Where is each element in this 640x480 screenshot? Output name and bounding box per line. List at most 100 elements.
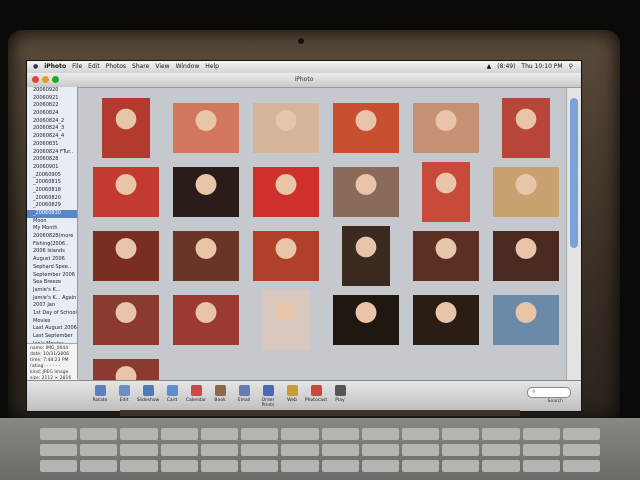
photo-thumbnail[interactable] bbox=[173, 231, 239, 281]
photo-thumbnail[interactable] bbox=[493, 231, 559, 281]
source-list-item[interactable]: Fishing(2006.. bbox=[27, 241, 77, 249]
source-list-item[interactable]: _20060905 bbox=[27, 172, 77, 180]
photo-thumbnail[interactable] bbox=[93, 231, 159, 281]
web-button[interactable]: Web bbox=[279, 385, 305, 403]
source-list-item[interactable]: 20060824_3 bbox=[27, 125, 77, 133]
card-button[interactable]: Card bbox=[159, 385, 185, 403]
source-list-item[interactable]: August 2006 bbox=[27, 256, 77, 264]
photo-thumbnail[interactable] bbox=[413, 103, 479, 153]
menu-file[interactable]: File bbox=[72, 61, 82, 73]
source-list-item[interactable]: 20060824 FTur.. bbox=[27, 149, 77, 157]
battery-status[interactable]: (8:49) bbox=[497, 61, 515, 73]
source-list-item[interactable]: 20060822 bbox=[27, 102, 77, 110]
viewer-scrollbar[interactable] bbox=[566, 88, 581, 380]
menu-window[interactable]: Window bbox=[176, 61, 200, 73]
photo-thumbnail[interactable] bbox=[102, 98, 150, 158]
photo-thumbnail[interactable] bbox=[333, 103, 399, 153]
menu-iphoto[interactable]: iPhoto bbox=[44, 61, 66, 73]
source-list-item[interactable]: 20060824_4 bbox=[27, 133, 77, 141]
spotlight-icon[interactable]: ⚲ bbox=[569, 61, 573, 73]
source-list-item[interactable]: 20060828 bbox=[27, 156, 77, 164]
source-list-item[interactable]: 20060920 bbox=[27, 87, 77, 95]
source-list-item[interactable]: _20060815 bbox=[27, 179, 77, 187]
calendar-button[interactable]: Calendar bbox=[183, 385, 209, 403]
apple-menu-icon[interactable]: ● bbox=[33, 61, 38, 73]
photo-thumbnail[interactable] bbox=[493, 167, 559, 217]
source-list-item[interactable]: 20060828(more bbox=[27, 233, 77, 241]
source-list-item[interactable]: 20060831 bbox=[27, 141, 77, 149]
photo-thumbnail[interactable] bbox=[93, 359, 159, 380]
source-list-item[interactable]: _20060829 bbox=[27, 202, 77, 210]
photo-thumbnail[interactable] bbox=[342, 226, 390, 286]
wifi-icon[interactable]: ▲ bbox=[487, 61, 492, 73]
source-list-item[interactable]: 2006 Islands bbox=[27, 248, 77, 256]
slideshow-button[interactable]: Slideshow bbox=[135, 385, 161, 403]
keyboard-key bbox=[361, 444, 399, 456]
photo-image bbox=[413, 295, 479, 345]
photo-thumbnail[interactable] bbox=[502, 98, 550, 158]
minimize-icon[interactable] bbox=[42, 76, 49, 83]
menu-edit[interactable]: Edit bbox=[88, 61, 100, 73]
menu-view[interactable]: View bbox=[155, 61, 169, 73]
photo-thumbnail[interactable] bbox=[173, 103, 239, 153]
source-list-item[interactable]: My Month bbox=[27, 225, 77, 233]
source-list-item[interactable]: 20060901 bbox=[27, 164, 77, 172]
edit-button[interactable]: Edit bbox=[111, 385, 137, 403]
rotate-button[interactable]: Rotate bbox=[87, 385, 113, 403]
scroll-thumb[interactable] bbox=[570, 98, 578, 248]
photo-thumbnail[interactable] bbox=[253, 167, 319, 217]
photo-image bbox=[413, 103, 479, 153]
search-label: Search bbox=[547, 399, 563, 404]
rotate-icon bbox=[94, 385, 106, 396]
photo-thumbnail[interactable] bbox=[173, 167, 239, 217]
photo-thumbnail[interactable] bbox=[413, 231, 479, 281]
source-list-item[interactable]: _20060820 bbox=[27, 195, 77, 203]
source-list-item[interactable]: Sea Breeze bbox=[27, 279, 77, 287]
play-button[interactable]: Play bbox=[327, 385, 353, 403]
photocast-button[interactable]: Photocast bbox=[303, 385, 329, 403]
photo-thumbnail[interactable] bbox=[333, 167, 399, 217]
source-list-item[interactable]: _20060818 bbox=[27, 187, 77, 195]
keyboard-key bbox=[160, 428, 198, 440]
search-field[interactable]: ⚲ bbox=[527, 387, 571, 398]
keyboard-key bbox=[361, 460, 399, 472]
close-icon[interactable] bbox=[32, 76, 39, 83]
keyboard-key bbox=[120, 460, 158, 472]
menu-photos[interactable]: Photos bbox=[106, 61, 126, 73]
source-list-item[interactable]: September 2006 bbox=[27, 272, 77, 280]
book-button[interactable]: Book bbox=[207, 385, 233, 403]
source-list-item[interactable]: Movies bbox=[27, 318, 77, 326]
photo-thumbnail[interactable] bbox=[333, 295, 399, 345]
source-list-item[interactable]: 20060921 bbox=[27, 95, 77, 103]
source-list-item[interactable]: Sephard Spee.. bbox=[27, 264, 77, 272]
photo-thumbnail[interactable] bbox=[493, 295, 559, 345]
source-list-item[interactable]: Jamie's K... Again bbox=[27, 295, 77, 303]
photo-thumbnail[interactable] bbox=[262, 290, 310, 350]
photo-thumbnail[interactable] bbox=[93, 295, 159, 345]
photo-thumbnail[interactable] bbox=[422, 162, 470, 222]
keyboard-key bbox=[241, 428, 279, 440]
keyboard-key bbox=[40, 444, 78, 456]
source-list-item[interactable]: 2007 Jan bbox=[27, 302, 77, 310]
photo-thumbnail[interactable] bbox=[173, 295, 239, 345]
source-list-item[interactable]: 1st Day of School bbox=[27, 310, 77, 318]
menu-share[interactable]: Share bbox=[132, 61, 149, 73]
menu-clock[interactable]: Thu 10:10 PM bbox=[521, 61, 562, 73]
source-list-item[interactable]: 20060824_2 bbox=[27, 118, 77, 126]
photo-thumbnail[interactable] bbox=[253, 231, 319, 281]
keyboard-key bbox=[522, 428, 560, 440]
photo-thumbnail[interactable] bbox=[253, 103, 319, 153]
source-list-item[interactable]: Moon bbox=[27, 218, 77, 226]
source-list-item[interactable]: 20060824 bbox=[27, 110, 77, 118]
source-list-item[interactable]: Last August 2006 bbox=[27, 325, 77, 333]
source-list-item[interactable]: Last September bbox=[27, 333, 77, 341]
zoom-icon[interactable] bbox=[52, 76, 59, 83]
email-button[interactable]: Email bbox=[231, 385, 257, 403]
photo-thumbnail[interactable] bbox=[93, 167, 159, 217]
menu-help[interactable]: Help bbox=[205, 61, 219, 73]
source-list-item[interactable]: _20060830 bbox=[27, 210, 77, 218]
photocast-icon bbox=[310, 385, 322, 396]
photo-thumbnail[interactable] bbox=[413, 295, 479, 345]
order-prints-button[interactable]: Order Prints bbox=[255, 385, 281, 408]
source-list-item[interactable]: Jamie's K... bbox=[27, 287, 77, 295]
